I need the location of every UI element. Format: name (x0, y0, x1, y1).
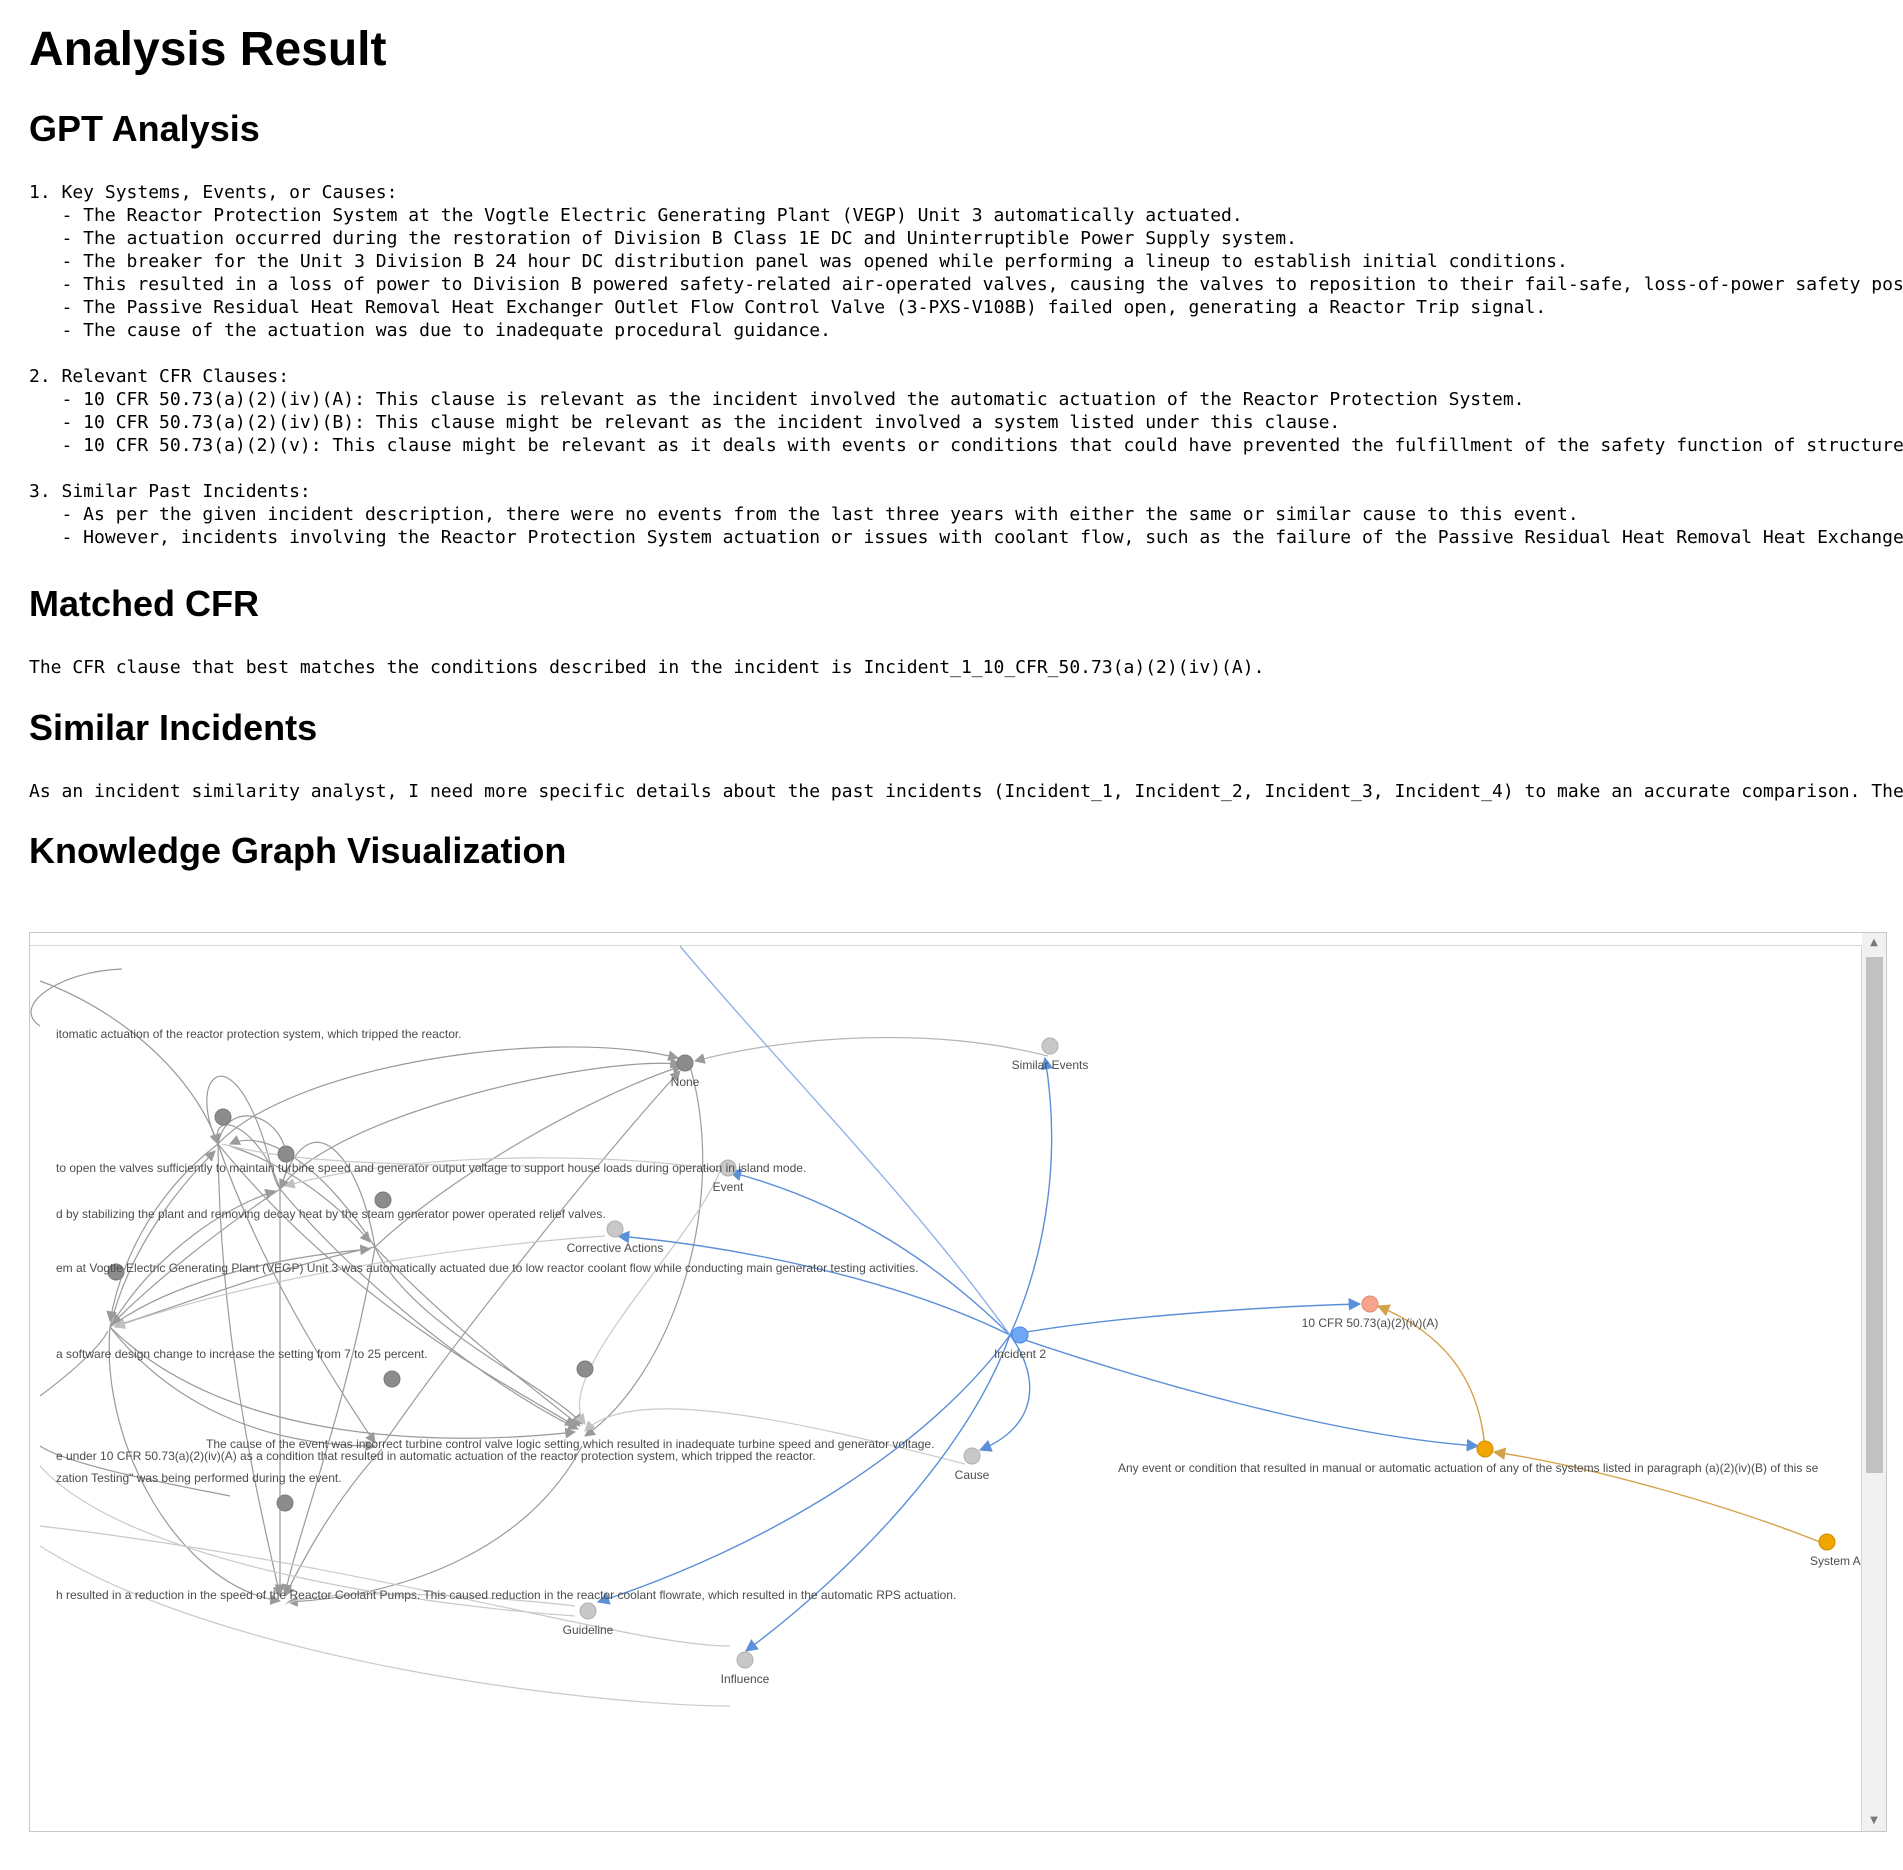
graph-edge (229, 1135, 376, 1248)
graph-edge (39, 1525, 731, 1647)
vertical-scrollbar[interactable]: ▲ ▼ (1862, 933, 1886, 1831)
graph-node-label: Cause (955, 1468, 990, 1482)
scroll-up-arrow-icon[interactable]: ▲ (1862, 933, 1886, 953)
graph-node-label: Incident 2 (994, 1347, 1046, 1361)
graph-node[interactable]: Guideline (563, 1602, 614, 1637)
matched-cfr-heading: Matched CFR (29, 583, 260, 624)
gpt-analysis-heading: GPT Analysis (29, 108, 260, 149)
graph-node-label: Any event or condition that resulted in … (1118, 1461, 1819, 1475)
graph-edge (39, 1330, 109, 1397)
graph-node-circle[interactable] (676, 1054, 694, 1072)
graph-node[interactable]: Similar Events (1012, 1037, 1089, 1072)
graph-node[interactable]: Influence (721, 1651, 770, 1686)
page: Analysis Result GPT Analysis 1. Key Syst… (29, 0, 1903, 1870)
graph-edge (596, 1334, 1011, 1605)
graph-text-label: to open the valves sufficiently to maint… (56, 1161, 806, 1175)
graph-node-label: Similar Events (1012, 1058, 1089, 1072)
graph-text-labels: itomatic actuation of the reactor protec… (56, 1027, 956, 1602)
page-title: Analysis Result (29, 23, 387, 76)
graph-node[interactable] (374, 1191, 392, 1209)
knowledge-graph-heading: Knowledge Graph Visualization (29, 830, 567, 871)
graph-edge (381, 1070, 681, 1447)
graph-node[interactable]: System Ac (1810, 1533, 1862, 1568)
graph-node-circle[interactable] (963, 1447, 981, 1465)
graph-node-circle[interactable] (1011, 1326, 1029, 1344)
graph-edge (1009, 1334, 1480, 1452)
graph-edge (728, 1168, 1011, 1336)
grey-edges (30, 968, 1049, 1607)
graph-node[interactable]: Any event or condition that resulted in … (1118, 1440, 1819, 1475)
graph-node[interactable] (383, 1370, 401, 1388)
matched-cfr-text: The CFR clause that best matches the con… (29, 657, 1265, 678)
graph-node-circle[interactable] (214, 1108, 232, 1126)
graph-text-label: e under 10 CFR 50.73(a)(2)(iv)(A) as a c… (56, 1449, 816, 1463)
knowledge-graph-svg[interactable]: None Similar Events Event Corrective Action… (30, 946, 1862, 1831)
graph-node-circle[interactable] (736, 1651, 754, 1669)
graph-node-label: 10 CFR 50.73(a)(2)(iv)(A) (1302, 1316, 1439, 1330)
orange-edges (1376, 1304, 1821, 1543)
graph-node-label: Event (713, 1180, 744, 1194)
gpt-analysis-text: 1. Key Systems, Events, or Causes: - The… (29, 182, 1903, 548)
graph-node[interactable]: Cause (955, 1447, 990, 1482)
graph-text-label: em at Vogtle Electric Generating Plant (… (56, 1261, 918, 1275)
graph-edge (616, 1230, 1011, 1336)
graph-edge (679, 946, 1011, 1336)
graph-text-label: a software design change to increase the… (56, 1347, 428, 1361)
graph-node-circle[interactable] (1818, 1533, 1836, 1551)
graph-node-label: Corrective Actions (567, 1241, 664, 1255)
graph-edge (279, 1188, 579, 1430)
graph-node[interactable] (276, 1494, 294, 1512)
graph-node-circle[interactable] (576, 1360, 594, 1378)
graph-node-circle[interactable] (1476, 1440, 1494, 1458)
graph-node-circle[interactable] (1041, 1037, 1059, 1055)
graph-text-label: zation Testing" was being performed duri… (56, 1471, 342, 1485)
graph-node-circle[interactable] (383, 1370, 401, 1388)
graph-node[interactable] (214, 1108, 232, 1126)
graph-node[interactable] (277, 1145, 295, 1163)
graph-text-label: h resulted in a reduction in the speed o… (56, 1588, 956, 1602)
scrollbar-thumb[interactable] (1866, 957, 1883, 1473)
graph-node-label: System Ac (1810, 1554, 1862, 1568)
blue-edges (596, 946, 1480, 1652)
graph-node-label: Guideline (563, 1623, 614, 1637)
graph-node[interactable]: None (671, 1054, 700, 1089)
graph-edge (30, 968, 123, 1027)
graph-edge (39, 1545, 731, 1707)
graph-node[interactable]: 10 CFR 50.73(a)(2)(iv)(A) (1302, 1295, 1439, 1330)
graph-edge (693, 1036, 1049, 1064)
graph-node-circle[interactable] (374, 1191, 392, 1209)
graph-edge (108, 1326, 282, 1605)
scroll-down-arrow-icon[interactable]: ▼ (1862, 1811, 1886, 1831)
graph-node-circle[interactable] (606, 1220, 624, 1238)
graph-edge (1009, 1056, 1054, 1336)
graph-edge (286, 1445, 583, 1607)
graph-node-circle[interactable] (277, 1145, 295, 1163)
graph-text-label: d by stabilizing the plant and removing … (56, 1207, 606, 1221)
graph-node-label: Influence (721, 1672, 770, 1686)
light-edges (39, 1143, 966, 1707)
graph-node-circle[interactable] (1361, 1295, 1379, 1313)
graph-node-label: None (671, 1075, 700, 1089)
graph-node-circle[interactable] (579, 1602, 597, 1620)
graph-text-label: itomatic actuation of the reactor protec… (56, 1027, 462, 1041)
graph-edge (109, 1326, 577, 1439)
graph-node[interactable] (576, 1360, 594, 1378)
similar-incidents-text: As an incident similarity analyst, I nee… (29, 781, 1903, 802)
knowledge-graph-canvas[interactable]: None Similar Events Event Corrective Action… (30, 945, 1862, 1831)
graph-edge (39, 980, 220, 1146)
graph-edge (217, 1143, 376, 1444)
similar-incidents-heading: Similar Incidents (29, 707, 318, 748)
graph-edge (281, 1246, 376, 1596)
graph-node-circle[interactable] (276, 1494, 294, 1512)
knowledge-graph-frame[interactable]: None Similar Events Event Corrective Action… (29, 932, 1887, 1832)
